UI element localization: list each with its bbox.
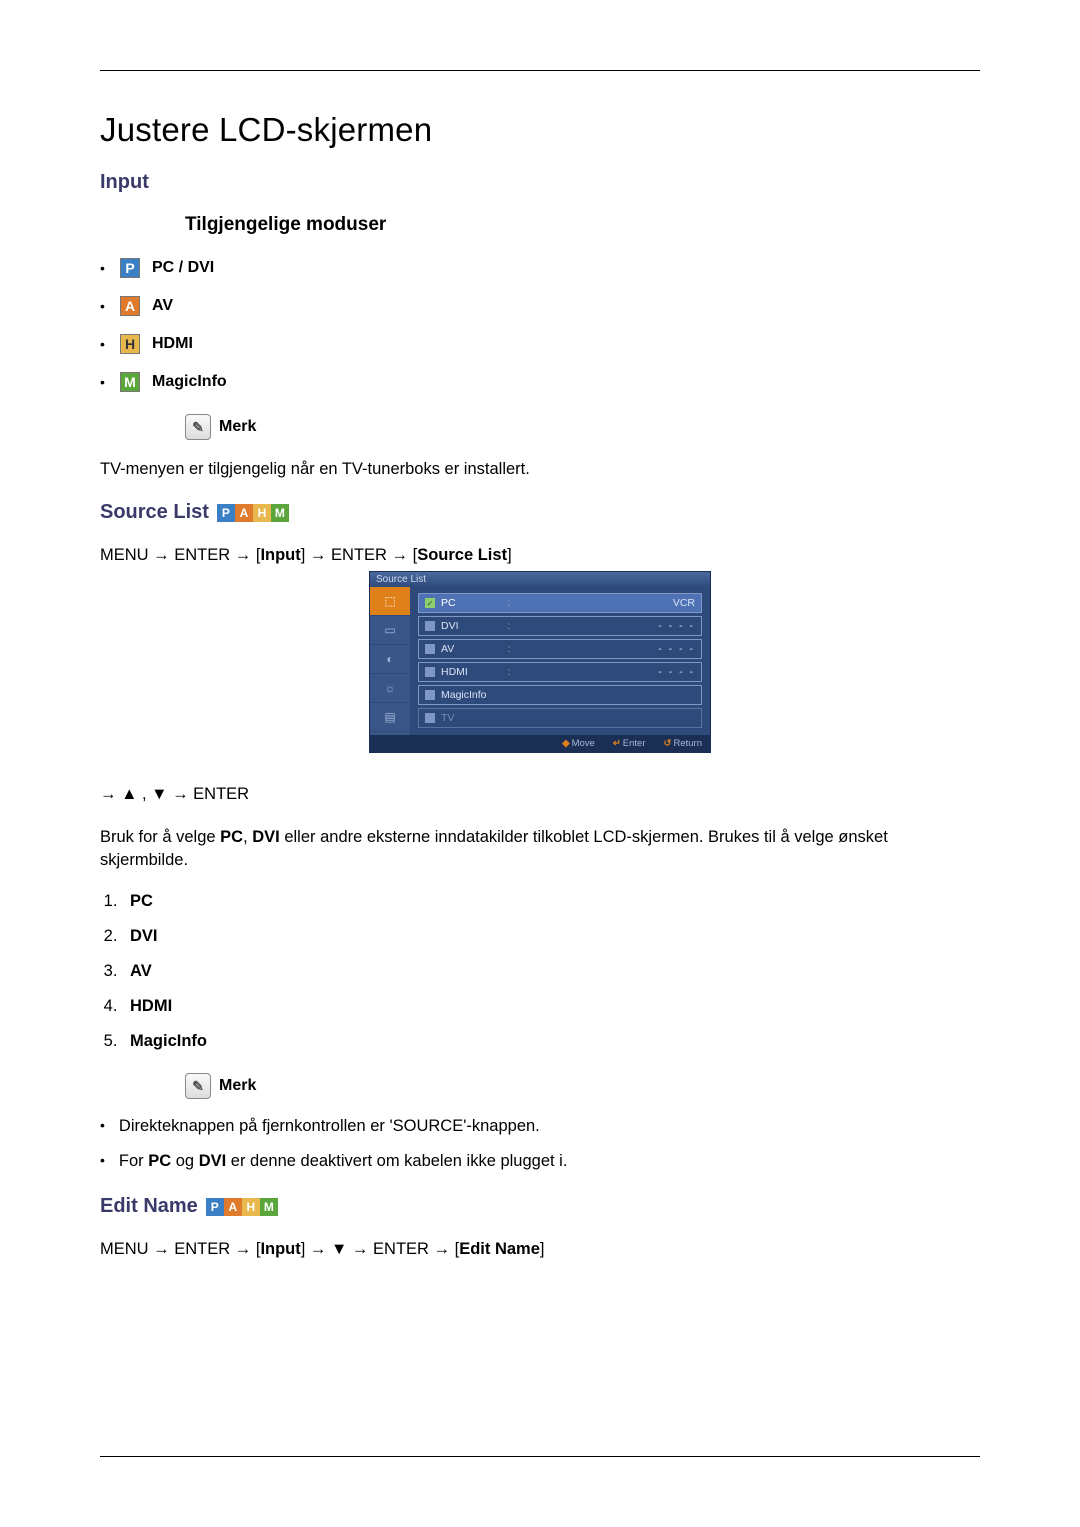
osd-row-name: DVI (441, 620, 501, 632)
osd-row-name: TV (441, 712, 501, 724)
arrows-line: → ▲ , ▼ → ENTER (100, 783, 980, 806)
note-item: Direkteknappen på fjernkontrollen er 'SO… (100, 1117, 980, 1136)
list-item: PC (122, 892, 980, 911)
note-label: Merk (219, 418, 256, 436)
mode-item: • M MagicInfo (100, 372, 980, 392)
a-icon: A (235, 504, 253, 522)
osd-row-val: - - - - (517, 620, 695, 632)
mini-icons: P A H M (206, 1198, 278, 1216)
source-list-path: MENU → ENTER → [Input] → ENTER → [Source… (100, 546, 980, 565)
edit-name-path: MENU → ENTER → [Input] → ▼ → ENTER → [Ed… (100, 1240, 980, 1259)
osd-row: MagicInfo (418, 685, 702, 705)
p-icon: P (120, 258, 140, 278)
rule-bottom (100, 1456, 980, 1457)
note-text: TV-menyen er tilgjengelig når en TV-tune… (100, 458, 980, 481)
osd-row-name: AV (441, 643, 501, 655)
osd-row-name: HDMI (441, 666, 501, 678)
osd-row-val: - - - - (517, 643, 695, 655)
section-edit-name-heading: Edit Name (100, 1195, 198, 1218)
note-icon: ✎ (185, 414, 211, 440)
osd-side-icon: ◐ (370, 645, 410, 674)
osd-row-name: MagicInfo (441, 689, 501, 701)
osd-side-icon: ▤ (370, 703, 410, 732)
bullet-icon: • (100, 337, 108, 351)
mode-label: AV (152, 297, 173, 315)
osd-row-name: PC (441, 597, 501, 609)
source-list-notes: Direkteknappen på fjernkontrollen er 'SO… (100, 1117, 980, 1171)
h-icon: H (242, 1198, 260, 1216)
mode-item: • A AV (100, 296, 980, 316)
osd-screenshot: Source List ⬚ ▭ ◐ ☼ ▤ ✓ PC : VCR DVI (369, 571, 711, 753)
note-line: ✎ Merk (185, 1073, 980, 1099)
check-icon (425, 713, 435, 723)
note-line: ✎ Merk (185, 414, 980, 440)
p-icon: P (217, 504, 235, 522)
mode-label: PC / DVI (152, 259, 214, 277)
m-icon: M (120, 372, 140, 392)
list-item: DVI (122, 927, 980, 946)
section-source-list-row: Source List P A H M (100, 501, 980, 524)
source-list-desc: Bruk for å velge PC, DVI eller andre eks… (100, 826, 980, 872)
h-icon: H (253, 504, 271, 522)
m-icon: M (271, 504, 289, 522)
osd-row: ✓ PC : VCR (418, 593, 702, 613)
list-item: AV (122, 962, 980, 981)
osd-main: ✓ PC : VCR DVI : - - - - AV : - - - - (410, 587, 710, 735)
osd-row: AV : - - - - (418, 639, 702, 659)
page: Justere LCD-skjermen Input Tilgjengelige… (0, 0, 1080, 1527)
check-icon: ✓ (425, 598, 435, 608)
osd-row: TV (418, 708, 702, 728)
list-item: MagicInfo (122, 1032, 980, 1051)
osd-foot-enter: ↵Enter (613, 738, 646, 749)
check-icon (425, 690, 435, 700)
osd-sidebar: ⬚ ▭ ◐ ☼ ▤ (370, 587, 410, 735)
modes-list: • P PC / DVI • A AV • H HDMI • M MagicIn… (100, 258, 980, 392)
h-icon: H (120, 334, 140, 354)
check-icon (425, 667, 435, 677)
section-edit-name-row: Edit Name P A H M (100, 1195, 980, 1218)
osd-body: ⬚ ▭ ◐ ☼ ▤ ✓ PC : VCR DVI : - - - - (370, 587, 710, 735)
osd-row: DVI : - - - - (418, 616, 702, 636)
bullet-icon: • (100, 375, 108, 389)
mini-icons: P A H M (217, 504, 289, 522)
osd-foot-return: ↺Return (664, 738, 702, 749)
a-icon: A (120, 296, 140, 316)
note-item: For PC og DVI er denne deaktivert om kab… (100, 1152, 980, 1171)
osd-row-val: - - - - (517, 666, 695, 678)
p-icon: P (206, 1198, 224, 1216)
osd-row-val: VCR (517, 597, 695, 609)
osd-foot-move: ◆Move (562, 738, 595, 749)
osd-side-input-icon: ⬚ (370, 587, 410, 616)
mode-item: • H HDMI (100, 334, 980, 354)
page-title: Justere LCD-skjermen (100, 111, 980, 149)
bullet-icon: • (100, 299, 108, 313)
modes-heading: Tilgjengelige moduser (185, 214, 980, 236)
check-icon (425, 644, 435, 654)
section-input-heading: Input (100, 171, 980, 194)
m-icon: M (260, 1198, 278, 1216)
a-icon: A (224, 1198, 242, 1216)
mode-item: • P PC / DVI (100, 258, 980, 278)
osd-side-icon: ▭ (370, 616, 410, 645)
bullet-icon: • (100, 261, 108, 275)
osd-footer: ◆Move ↵Enter ↺Return (370, 735, 710, 752)
check-icon (425, 621, 435, 631)
mode-label: MagicInfo (152, 373, 227, 391)
section-source-list-heading: Source List (100, 501, 209, 524)
osd-side-icon: ☼ (370, 674, 410, 703)
rule-top (100, 70, 980, 71)
osd-row: HDMI : - - - - (418, 662, 702, 682)
osd-title: Source List (370, 572, 710, 587)
note-label: Merk (219, 1077, 256, 1095)
source-list-items: PC DVI AV HDMI MagicInfo (100, 892, 980, 1051)
mode-label: HDMI (152, 335, 193, 353)
note-icon: ✎ (185, 1073, 211, 1099)
list-item: HDMI (122, 997, 980, 1016)
